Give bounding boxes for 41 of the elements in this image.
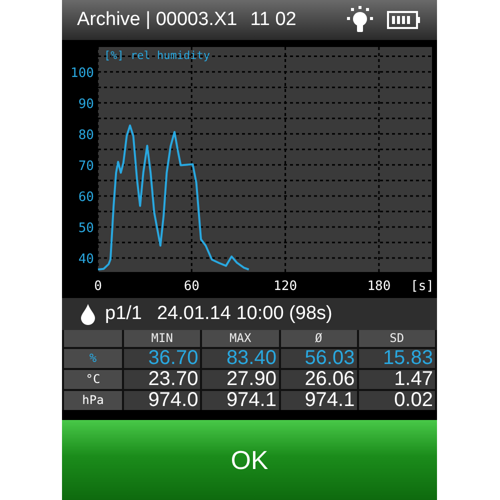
value-cell: 974.1 <box>280 391 357 410</box>
x-tick-label: 180 <box>367 279 391 294</box>
page-number: p1/1 <box>105 303 142 325</box>
column-header: Ø <box>280 330 357 347</box>
column-header: MIN <box>124 330 200 347</box>
light-bulb-icon <box>345 6 375 34</box>
table-corner-cell <box>64 330 122 347</box>
y-tick-label: 90 <box>78 96 94 112</box>
x-tick-label: 0 <box>94 279 102 294</box>
record-code: 11 02 <box>250 9 296 31</box>
value-cell: 26.06 <box>280 370 357 389</box>
value-cell: 15.83 <box>358 349 435 368</box>
record-timestamp: 24.01.14 10:00 (98s) <box>156 303 332 325</box>
value-cell: 23.70 <box>124 370 200 389</box>
y-tick-label: 60 <box>78 190 94 205</box>
unit-cell: hPa <box>64 391 122 410</box>
drop-icon <box>80 303 96 325</box>
unit-cell: °C <box>64 370 122 389</box>
value-cell: 974.0 <box>124 391 200 410</box>
value-cell: 36.70 <box>124 349 200 368</box>
value-cell: 56.03 <box>280 349 357 368</box>
ok-button[interactable]: OK <box>62 420 437 500</box>
value-cell: 1.47 <box>358 370 435 389</box>
x-axis-unit: [s] <box>410 279 434 294</box>
column-header: MAX <box>202 330 278 347</box>
y-tick-label: 40 <box>78 252 94 268</box>
unit-cell: % <box>64 349 122 368</box>
x-tick-label: 120 <box>274 279 298 294</box>
value-cell: 83.40 <box>202 349 278 368</box>
value-cell: 0.02 <box>358 391 435 410</box>
chart-title: [%] rel humidity <box>104 49 210 62</box>
value-cell: 27.90 <box>202 370 278 389</box>
x-tick-label: 60 <box>184 279 200 294</box>
y-tick-label: 70 <box>78 158 94 174</box>
y-tick-label: 50 <box>78 221 94 236</box>
column-header: SD <box>358 330 435 347</box>
battery-icon <box>387 11 421 29</box>
archive-title: Archive | 00003.X1 <box>77 9 238 31</box>
y-tick-label: 100 <box>70 66 94 81</box>
value-cell: 974.1 <box>202 391 278 410</box>
y-tick-label: 80 <box>78 128 94 143</box>
